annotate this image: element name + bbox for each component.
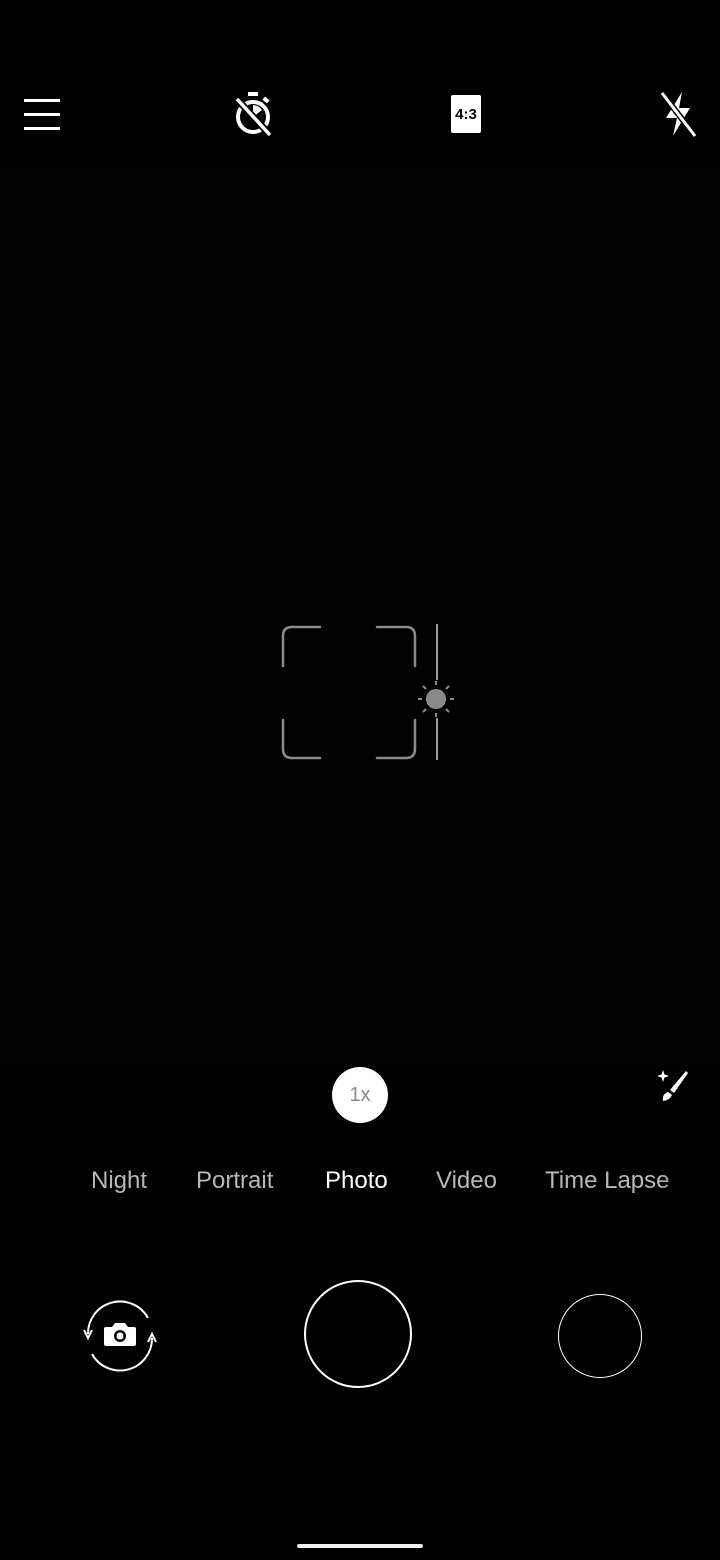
magic-wand-icon[interactable] [652, 1064, 694, 1106]
hamburger-menu-icon[interactable] [20, 94, 64, 134]
gallery-thumbnail[interactable] [558, 1294, 642, 1378]
exposure-sun-icon [418, 681, 454, 717]
mode-photo[interactable]: Photo [325, 1167, 388, 1195]
focus-bracket-icon [280, 624, 418, 762]
mode-portrait[interactable]: Portrait [196, 1167, 273, 1195]
aspect-ratio-button[interactable]: 4:3 [446, 94, 486, 134]
flash-off-icon[interactable] [654, 88, 702, 140]
mode-video[interactable]: Video [436, 1167, 497, 1195]
camera-screen: 4:3 1x Night Portrait Photo Video Time L… [0, 0, 720, 1560]
switch-camera-icon[interactable] [76, 1294, 164, 1378]
shutter-button[interactable] [304, 1280, 412, 1388]
timer-off-icon[interactable] [228, 88, 278, 140]
aspect-ratio-label: 4:3 [451, 95, 481, 133]
zoom-button[interactable]: 1x [332, 1067, 388, 1123]
zoom-label: 1x [349, 1083, 371, 1106]
mode-time-lapse[interactable]: Time Lapse [545, 1167, 670, 1195]
viewfinder[interactable] [0, 165, 720, 1065]
home-indicator[interactable] [297, 1544, 423, 1548]
exposure-slider[interactable] [416, 622, 458, 762]
mode-night[interactable]: Night [91, 1167, 147, 1195]
mode-selector[interactable]: Night Portrait Photo Video Time Lapse [0, 1163, 720, 1203]
